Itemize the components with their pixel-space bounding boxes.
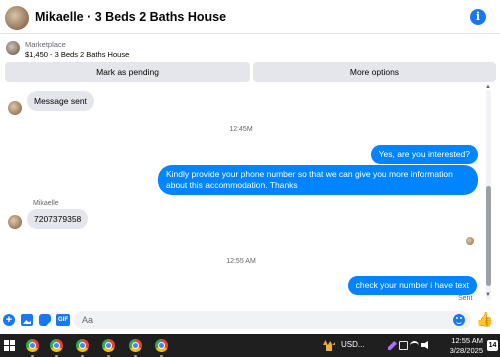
chrome-taskbar-icon[interactable] <box>127 337 144 357</box>
plus-icon[interactable]: + <box>3 314 15 326</box>
scroll-up-arrow-icon[interactable]: ▲ <box>485 84 491 90</box>
sticker-icon[interactable] <box>39 314 51 326</box>
conversation-header: Mikaelle · 3 Beds 2 Baths House i <box>0 0 500 34</box>
pen-icon[interactable] <box>388 341 397 350</box>
windows-taskbar: USD... 12:55 AM 3/28/2025 14 <box>0 334 500 357</box>
chrome-taskbar-icon[interactable] <box>48 337 65 357</box>
chrome-taskbar-icon[interactable] <box>153 337 170 357</box>
more-options-button[interactable]: More options <box>253 62 496 82</box>
message-bubble-outgoing[interactable]: Kindly provide your phone number so that… <box>158 165 478 195</box>
like-icon[interactable]: 👍 <box>476 311 493 327</box>
gif-icon[interactable]: GIF <box>56 314 70 326</box>
sender-avatar[interactable] <box>8 101 22 115</box>
listing-thumbnail[interactable] <box>6 41 20 55</box>
marketplace-label: Marketplace <box>25 40 66 49</box>
message-bubble-outgoing[interactable]: Yes, are you interested? <box>370 145 478 164</box>
sender-name: Mikaelle <box>33 200 59 207</box>
message-bubble-incoming[interactable]: 7207379358 <box>27 209 89 229</box>
emoji-icon[interactable] <box>453 314 465 326</box>
photo-icon[interactable] <box>21 314 33 326</box>
windows-start-icon[interactable] <box>4 340 15 351</box>
contact-avatar[interactable] <box>5 6 29 30</box>
chrome-taskbar-icon[interactable] <box>74 337 91 357</box>
message-composer: + GIF 👍 <box>0 306 500 334</box>
scroll-thumb[interactable] <box>486 186 491 286</box>
message-bubble-outgoing[interactable]: check your number i have text <box>347 276 477 295</box>
chrome-taskbar-icon[interactable] <box>24 337 41 357</box>
message-input[interactable] <box>74 311 471 329</box>
speaker-icon[interactable] <box>421 341 430 350</box>
clock-time[interactable]: 12:55 AM <box>437 336 483 345</box>
message-thread[interactable]: Message sent 12:45M Yes, are you interes… <box>0 86 482 304</box>
scroll-down-arrow-icon[interactable]: ▼ <box>485 292 491 298</box>
message-bubble-incoming[interactable]: Message sent <box>27 91 94 111</box>
message-timestamp: 12:45M <box>229 126 253 133</box>
battery-icon[interactable] <box>399 341 408 350</box>
chrome-taskbar-icon[interactable] <box>100 337 117 357</box>
seen-receipt-avatar <box>466 237 474 245</box>
weather-widget-icon[interactable] <box>323 340 335 351</box>
mark-as-pending-button[interactable]: Mark as pending <box>5 62 250 82</box>
wifi-icon[interactable] <box>410 341 419 350</box>
sender-avatar[interactable] <box>8 215 22 229</box>
listing-price-title[interactable]: $1,450 - 3 Beds 2 Baths House <box>25 50 129 59</box>
notification-badge[interactable]: 14 <box>487 340 498 351</box>
message-timestamp: 12:55 AM <box>226 258 256 265</box>
messenger-window: Mikaelle · 3 Beds 2 Baths House i Market… <box>0 0 500 357</box>
weather-widget-text[interactable]: USD... <box>341 340 365 349</box>
thread-scrollbar[interactable]: ▲ ▼ <box>484 84 492 304</box>
conversation-title[interactable]: Mikaelle · 3 Beds 2 Baths House <box>35 10 226 24</box>
clock-date[interactable]: 3/28/2025 <box>437 346 483 355</box>
sent-status: Sent <box>458 295 473 302</box>
info-icon[interactable]: i <box>470 9 486 25</box>
